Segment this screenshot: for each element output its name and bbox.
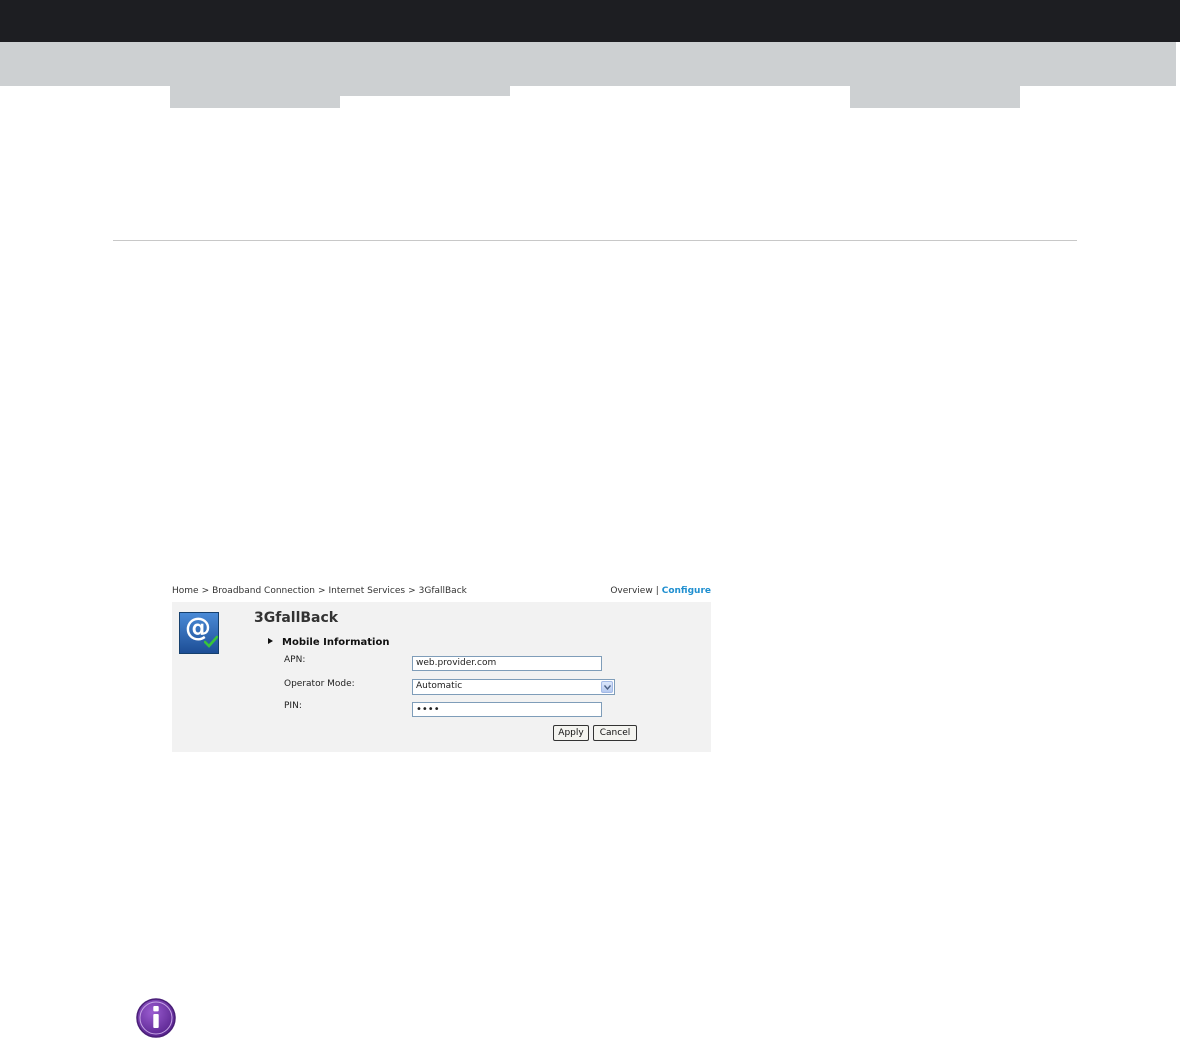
header-tab-shape — [170, 86, 340, 108]
header-band — [0, 42, 1176, 86]
apn-label: APN: — [284, 655, 306, 665]
router-screenshot: Home > Broadband Connection > Internet Servi… — [172, 582, 712, 754]
header-bar — [0, 0, 1190, 42]
section-title: Mobile Information — [282, 637, 390, 648]
pin-label: PIN: — [284, 701, 302, 711]
page-title: 3GfallBack — [254, 610, 339, 626]
breadcrumb-separator: > — [201, 586, 210, 596]
document-page: Home > Broadband Connection > Internet Servi… — [0, 0, 1190, 1038]
breadcrumb-separator: > — [408, 586, 416, 596]
expand-triangle-icon — [268, 638, 273, 644]
breadcrumb-separator: > — [317, 586, 326, 596]
pin-input[interactable]: •••• — [412, 702, 602, 717]
breadcrumb-broadband-connection[interactable]: Broadband Connection — [212, 586, 315, 596]
overview-link[interactable]: Overview — [610, 586, 652, 596]
operator-mode-select[interactable]: Automatic — [412, 679, 615, 695]
operator-mode-value: Automatic — [416, 681, 463, 691]
section-header[interactable]: Mobile Information — [268, 637, 389, 648]
chevron-down-icon[interactable] — [601, 681, 613, 693]
checkmark-icon — [204, 635, 218, 648]
configure-link[interactable]: Configure — [662, 586, 711, 596]
internet-at-check-icon: @ — [179, 612, 219, 654]
view-switcher: Overview | Configure — [610, 586, 711, 596]
view-link-separator: | — [655, 586, 659, 596]
header-bar-notch — [1180, 0, 1190, 42]
header-tab-shape — [850, 86, 1020, 108]
info-icon — [136, 998, 176, 1038]
header-tab-shape — [340, 86, 510, 96]
horizontal-divider — [113, 240, 1077, 241]
breadcrumb: Home > Broadband Connection > Internet Servi… — [172, 586, 467, 596]
apn-input[interactable]: web.provider.com — [412, 656, 602, 671]
apply-button[interactable]: Apply — [553, 725, 589, 741]
operator-mode-label: Operator Mode: — [284, 679, 355, 689]
breadcrumb-internet-services[interactable]: Internet Services — [329, 586, 406, 596]
cancel-button[interactable]: Cancel — [593, 725, 637, 741]
breadcrumb-current: 3GfallBack — [418, 586, 467, 596]
breadcrumb-home[interactable]: Home — [172, 586, 199, 596]
